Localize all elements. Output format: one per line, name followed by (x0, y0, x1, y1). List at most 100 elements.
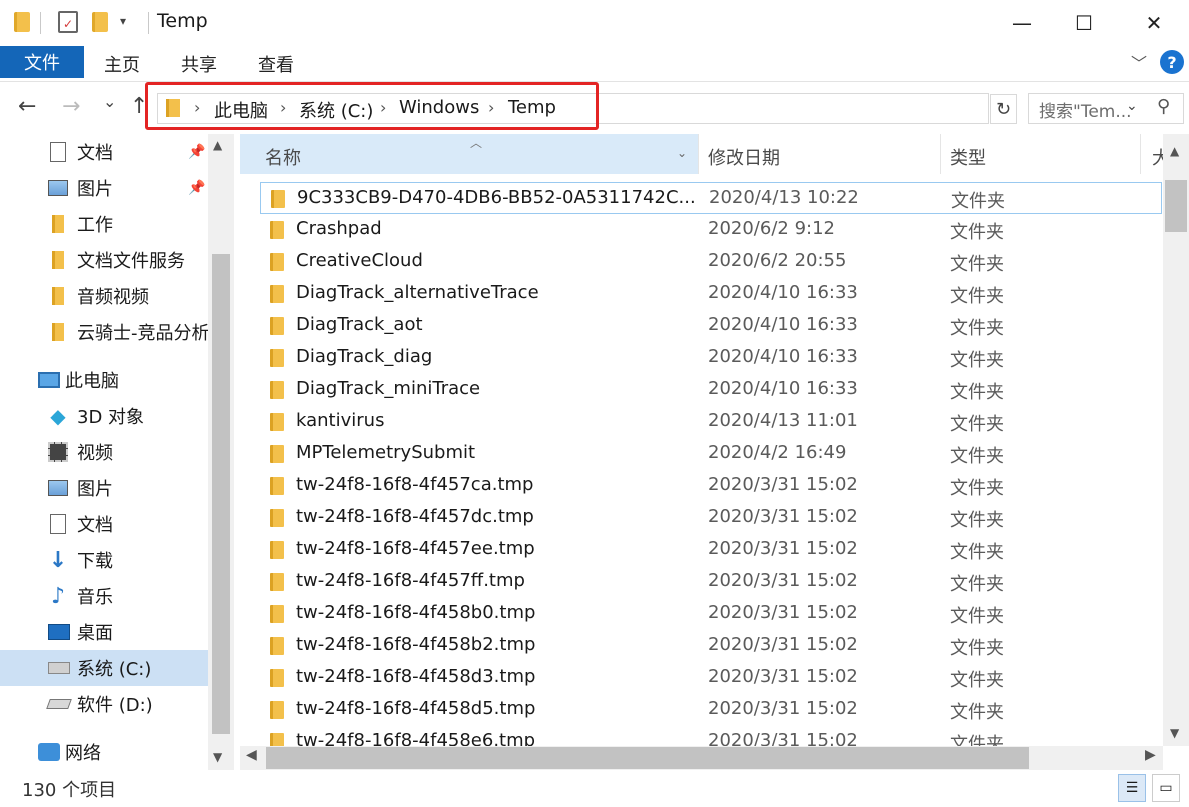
folder-icon (270, 509, 284, 527)
column-divider[interactable] (698, 134, 699, 174)
maximize-button[interactable]: ☐ (1052, 0, 1116, 46)
refresh-button[interactable]: ↻ (990, 94, 1017, 124)
sidebar-scrollbar-thumb[interactable] (212, 254, 230, 734)
customize-quick-access-icon[interactable]: ▾ (120, 14, 126, 28)
scroll-down-icon[interactable]: ▼ (1170, 726, 1179, 740)
folder-icon (270, 445, 284, 463)
sidebar-item-label: 图片 (77, 479, 113, 500)
sidebar-item-work[interactable]: 工作 (0, 206, 208, 242)
close-button[interactable]: ✕ (1122, 0, 1186, 46)
file-date: 2020/6/2 20:55 (708, 250, 847, 271)
table-row[interactable]: tw-24f8-16f8-4f458b0.tmp 2020/3/31 15:02 文… (260, 598, 1162, 630)
table-row[interactable]: DiagTrack_miniTrace 2020/4/10 16:33 文件夹 (260, 374, 1162, 406)
sidebar-item-desktop[interactable]: 桌面 (0, 614, 208, 650)
column-type-header[interactable]: 类型 (950, 144, 986, 170)
table-row[interactable]: 9C333CB9-D470-4DB6-BB52-0A5311742C... 202… (260, 182, 1162, 214)
help-icon[interactable]: ? (1160, 50, 1184, 74)
folder-icon (52, 215, 64, 233)
folder-icon (270, 573, 284, 591)
sidebar-item-yunqishi[interactable]: 云骑士-竞品分析 (0, 314, 210, 350)
column-divider[interactable] (940, 134, 941, 174)
sidebar-item-this-pc[interactable]: 此电脑 (0, 362, 208, 398)
sidebar-item-doc-services[interactable]: 文档文件服务 (0, 242, 208, 278)
sidebar-item-3d-objects[interactable]: ◆ 3D 对象 (0, 398, 208, 434)
sidebar-item-label: 系统 (C:) (77, 659, 152, 680)
sidebar-item-documents[interactable]: 文档 📌 (0, 134, 208, 170)
file-date: 2020/3/31 15:02 (708, 474, 858, 495)
table-row[interactable]: Crashpad 2020/6/2 9:12 文件夹 (260, 214, 1162, 246)
download-icon: ↓ (48, 547, 68, 573)
search-input[interactable]: 搜索"Tem... ⚲ (1028, 93, 1184, 124)
tab-view[interactable]: 查看 (258, 51, 294, 77)
title-bar: ✓ ▾ Temp — ☐ ✕ (0, 0, 1189, 46)
scroll-left-icon[interactable]: ◀ (246, 747, 257, 763)
file-date: 2020/3/31 15:02 (708, 634, 858, 655)
table-row[interactable]: MPTelemetrySubmit 2020/4/2 16:49 文件夹 (260, 438, 1162, 470)
file-date: 2020/4/2 16:49 (708, 442, 847, 463)
tab-file[interactable]: 文件 (0, 46, 84, 78)
table-row[interactable]: CreativeCloud 2020/6/2 20:55 文件夹 (260, 246, 1162, 278)
sidebar-item-drive-c[interactable]: 系统 (C:) (0, 650, 208, 686)
sidebar-item-pictures-pc[interactable]: 图片 (0, 470, 208, 506)
table-row[interactable]: tw-24f8-16f8-4f458d3.tmp 2020/3/31 15:02 文… (260, 662, 1162, 694)
sidebar-item-label: 文档 (77, 515, 113, 536)
forward-button[interactable]: → (62, 94, 80, 119)
sidebar-item-downloads[interactable]: ↓ 下载 (0, 542, 208, 578)
column-name-header[interactable]: ︿ 名称 ⌄ (240, 134, 698, 174)
chevron-down-icon[interactable]: ⌄ (677, 146, 687, 160)
table-row[interactable]: DiagTrack_alternativeTrace 2020/4/10 16:3… (260, 278, 1162, 310)
file-date: 2020/4/13 10:22 (709, 187, 859, 208)
navigation-bar: ← → ⌄ ↑ › 此电脑 › 系统 (C:) › Windows › Temp… (0, 82, 1189, 134)
table-row[interactable]: tw-24f8-16f8-4f457ca.tmp 2020/3/31 15:02 文… (260, 470, 1162, 502)
table-row[interactable]: tw-24f8-16f8-4f458e6.tmp 2020/3/31 15:02 文… (260, 726, 1162, 746)
sidebar-item-pictures[interactable]: 图片 📌 (0, 170, 208, 206)
sidebar-item-music[interactable]: ♪ 音乐 (0, 578, 208, 614)
minimize-button[interactable]: — (990, 0, 1054, 46)
properties-icon[interactable]: ✓ (58, 11, 78, 33)
sidebar-item-videos[interactable]: 视频 (0, 434, 208, 470)
scroll-up-icon[interactable]: ▲ (213, 138, 222, 152)
folder-icon (270, 477, 284, 495)
table-row[interactable]: tw-24f8-16f8-4f458b2.tmp 2020/3/31 15:02 文… (260, 630, 1162, 662)
tab-share[interactable]: 共享 (181, 51, 217, 77)
file-type: 文件夹 (950, 318, 1004, 339)
table-row[interactable]: tw-24f8-16f8-4f458d5.tmp 2020/3/31 15:02 文… (260, 694, 1162, 726)
table-row[interactable]: kantivirus 2020/4/13 11:01 文件夹 (260, 406, 1162, 438)
back-button[interactable]: ← (18, 94, 36, 119)
table-row[interactable]: tw-24f8-16f8-4f457ee.tmp 2020/3/31 15:02 文… (260, 534, 1162, 566)
scroll-down-icon[interactable]: ▼ (213, 750, 222, 764)
new-folder-icon[interactable] (92, 12, 108, 32)
file-date: 2020/3/31 15:02 (708, 698, 858, 719)
file-name: tw-24f8-16f8-4f457ca.tmp (296, 474, 534, 495)
search-icon[interactable]: ⚲ (1157, 96, 1170, 117)
file-type: 文件夹 (950, 478, 1004, 499)
scroll-right-icon[interactable]: ▶ (1145, 747, 1156, 763)
sidebar-item-drive-d[interactable]: 软件 (D:) (0, 686, 208, 722)
sidebar-item-audio-video[interactable]: 音频视频 (0, 278, 208, 314)
file-type: 文件夹 (950, 702, 1004, 723)
pin-icon[interactable]: 📌 (188, 144, 205, 160)
sidebar-item-documents-pc[interactable]: 文档 (0, 506, 208, 542)
sidebar-item-label: 图片 (77, 179, 113, 200)
sidebar-item-network[interactable]: 网络 (0, 734, 208, 770)
column-header: ︿ 名称 ⌄ 修改日期 类型 大 (240, 134, 1170, 174)
table-row[interactable]: DiagTrack_diag 2020/4/10 16:33 文件夹 (260, 342, 1162, 374)
scroll-up-icon[interactable]: ▲ (1170, 144, 1179, 158)
table-row[interactable]: DiagTrack_aot 2020/4/10 16:33 文件夹 (260, 310, 1162, 342)
large-icons-view-button[interactable]: ▭ (1152, 774, 1180, 802)
column-date-header[interactable]: 修改日期 (708, 144, 780, 170)
column-divider[interactable] (1140, 134, 1141, 174)
folder-icon (270, 733, 284, 746)
document-icon (50, 142, 66, 162)
pin-icon[interactable]: 📌 (188, 180, 205, 196)
recent-locations-button[interactable]: ⌄ (103, 92, 116, 111)
table-row[interactable]: tw-24f8-16f8-4f457ff.tmp 2020/3/31 15:02 文… (260, 566, 1162, 598)
divider (148, 12, 149, 34)
tab-home[interactable]: 主页 (104, 51, 140, 77)
details-view-button[interactable]: ☰ (1118, 774, 1146, 802)
file-list-scrollbar-thumb[interactable] (1165, 180, 1187, 232)
horizontal-scrollbar-thumb[interactable] (266, 747, 1029, 769)
table-row[interactable]: tw-24f8-16f8-4f457dc.tmp 2020/3/31 15:02 文… (260, 502, 1162, 534)
expand-ribbon-icon[interactable]: ﹀ (1131, 50, 1147, 74)
file-name: tw-24f8-16f8-4f458e6.tmp (296, 730, 536, 746)
